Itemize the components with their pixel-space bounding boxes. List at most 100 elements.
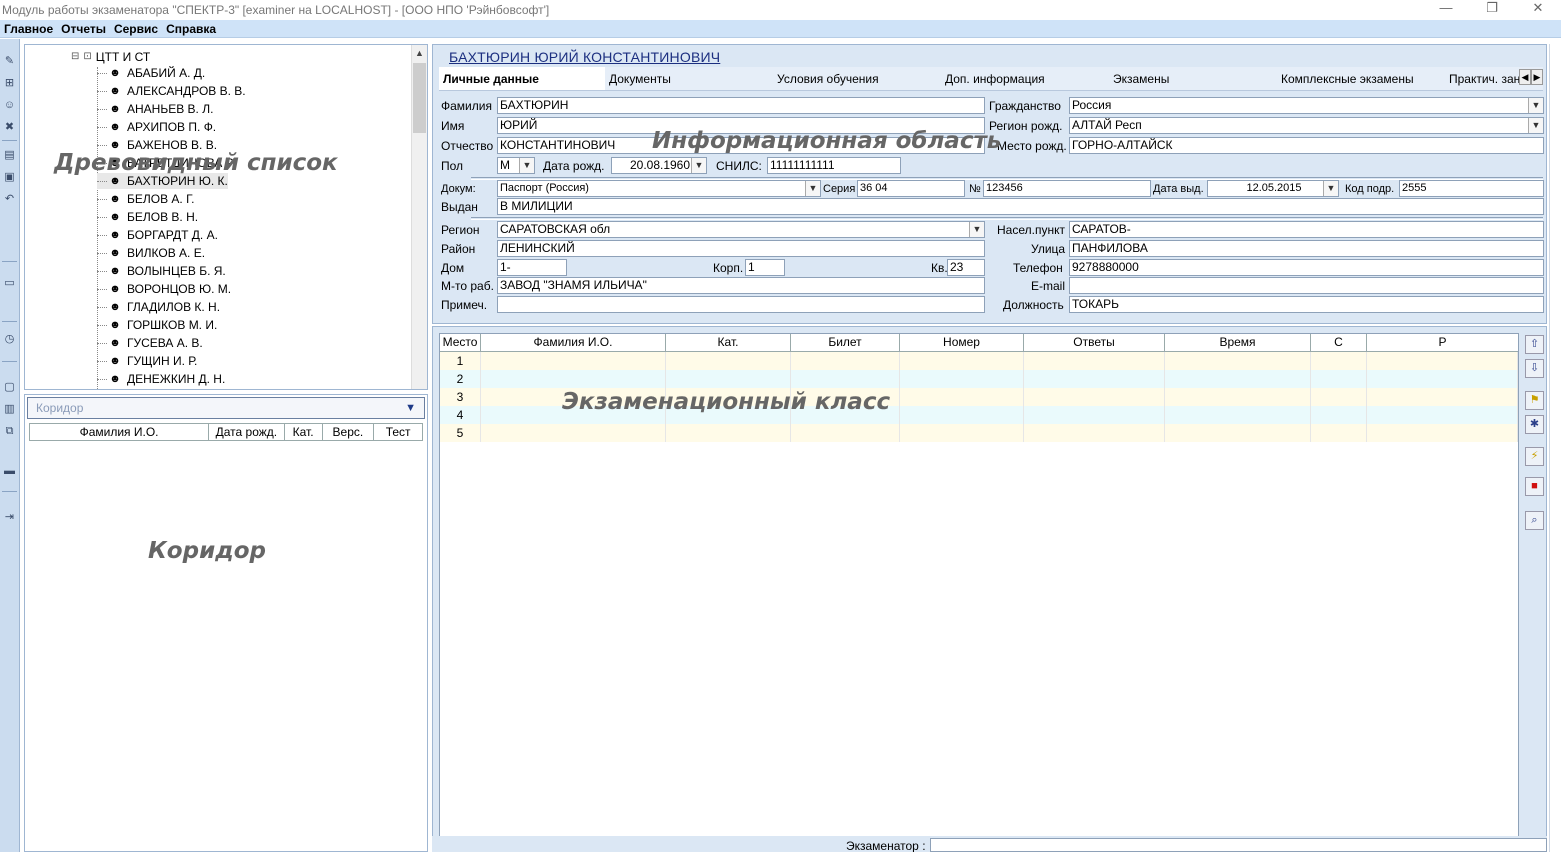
minimize-button[interactable]: — [1423,0,1469,20]
star-icon[interactable]: ✱ [1525,415,1544,434]
district-field[interactable]: ЛЕНИНСКИЙ [497,240,985,257]
tree-item[interactable]: ☻ АЛЕКСАНДРОВ В. В. [97,83,246,99]
arrow-up-icon[interactable]: ⇧ [1525,335,1544,354]
number-field[interactable]: 123456 [983,180,1151,197]
tree-item[interactable]: ☻ ГОРШКОВ М. И. [97,317,217,333]
chevron-down-icon[interactable]: ▼ [805,181,820,196]
tree-item[interactable]: ☻ БАЖЕНОВ В. В. [97,137,217,153]
birth-region-select[interactable]: АЛТАЙ Респ ▼ [1069,117,1544,134]
tree-item[interactable]: ☻ АРХИПОВ П. Ф. [97,119,216,135]
exit-icon[interactable]: ⇥ [1,509,18,526]
chevron-down-icon[interactable]: ▼ [691,158,706,173]
tree-item[interactable]: ☻ ДЕНЕЖКИН Д. Н. [97,371,225,387]
name-field[interactable]: ЮРИЙ [497,117,985,134]
region-select[interactable]: САРАТОВСКАЯ обл ▼ [497,221,985,238]
issued-by-field[interactable]: В МИЛИЦИИ [497,198,1544,215]
close-button[interactable]: ✕ [1515,0,1561,20]
menu-service[interactable]: Сервис [110,22,162,36]
monitor-icon[interactable]: ▢ [1,379,18,396]
patronymic-field[interactable]: КОНСТАНТИНОВИЧ [497,137,985,154]
work-place-field[interactable]: ЗАВОД "ЗНАМЯ ИЛЬИЧА" [497,277,985,294]
tree-icon[interactable]: ⊞ [1,75,18,92]
col-header[interactable]: Время [1165,334,1311,351]
menu-help[interactable]: Справка [162,22,220,36]
tab-prev-icon[interactable]: ◀ [1519,69,1531,85]
delete-person-icon[interactable]: ✖ [1,119,18,136]
flag-icon[interactable]: ⚑ [1525,391,1544,410]
table-row[interactable]: 4 [440,406,1518,424]
window-icon[interactable]: ▭ [1,275,18,292]
col-header[interactable]: Тест [374,424,422,440]
tree-item[interactable]: ☻ ВОЛЫНЦЕВ Б. Я. [97,263,226,279]
tree-item[interactable]: ☻ БАТРЕТДИНОВА Р. [97,155,235,171]
building-field[interactable]: 1 [745,259,785,276]
money-icon[interactable]: ▬ [1,463,18,480]
col-header[interactable]: Фамилия И.О. [481,334,666,351]
col-header[interactable]: Фамилия И.О. [30,424,210,440]
tab-conditions[interactable]: Условия обучения [773,67,941,90]
snils-field[interactable]: 11111111111 [767,157,901,174]
col-header[interactable]: С [1311,334,1367,351]
clock-icon[interactable]: ◷ [1,331,18,348]
table-row[interactable]: 2 [440,370,1518,388]
tree-item[interactable]: ☻ АНАНЬЕВ В. Л. [97,101,213,117]
chevron-down-icon[interactable]: ▼ [969,222,984,237]
collapse-icon[interactable]: ⊟ [71,49,79,65]
tree-item[interactable]: ☻ ВОРОНЦОВ Ю. М. [97,281,231,297]
tree-root[interactable]: ⊟ ⊡ ЦТТ И СТ [71,49,150,65]
book-icon[interactable]: ▥ [1,401,18,418]
email-field[interactable] [1069,277,1544,294]
surname-field[interactable]: БАХТЮРИН [497,97,985,114]
phone-field[interactable]: 9278880000 [1069,259,1544,276]
birth-date-picker[interactable]: 20.08.1960 ▼ [611,157,707,174]
house-field[interactable]: 1- [497,259,567,276]
menu-main[interactable]: Главное [0,22,57,36]
series-field[interactable]: 36 04 [857,180,965,197]
person-search-icon[interactable]: ☺ [1,97,18,114]
tab-next-icon[interactable]: ▶ [1531,69,1543,85]
pencil-icon[interactable]: ✎ [1,53,18,70]
note-field[interactable] [497,296,985,313]
birth-place-field[interactable]: ГОРНО-АЛТАЙСК [1069,137,1544,154]
corridor-dropdown[interactable]: Коридор ▼ [27,397,425,419]
chevron-down-icon[interactable]: ▼ [1528,98,1543,113]
tree-item[interactable]: ☻ БЕЛОВ А. Г. [97,191,194,207]
table-row[interactable]: 3 [440,388,1518,406]
tab-documents[interactable]: Документы [605,67,773,90]
tree-item-selected[interactable]: ☻ БАХТЮРИН Ю. К. [97,173,228,189]
table-row[interactable]: 1 [440,352,1518,370]
col-header[interactable]: Р [1367,334,1518,351]
dept-code-field[interactable]: 2555 [1399,180,1544,197]
menu-reports[interactable]: Отчеты [57,22,110,36]
tab-exams[interactable]: Экзамены [1109,67,1277,90]
chevron-down-icon[interactable]: ▼ [1323,181,1338,196]
col-header[interactable]: Билет [791,334,900,351]
restore-button[interactable]: ❐ [1469,0,1515,20]
flat-field[interactable]: 23 [947,259,985,276]
lightning-icon[interactable]: ⚡ [1525,447,1544,466]
settlement-field[interactable]: САРАТОВ- [1069,221,1544,238]
tree-item[interactable]: ☻ ГУСЕВА А. В. [97,335,203,351]
col-header[interactable]: Номер [900,334,1024,351]
stop-icon[interactable]: ■ [1525,477,1544,496]
sex-select[interactable]: М ▼ [497,157,535,174]
copy-icon[interactable]: ⧉ [1,423,18,440]
col-header[interactable]: Кат. [666,334,791,351]
col-header[interactable]: Место [440,334,481,351]
arrow-down-icon[interactable]: ⇩ [1525,359,1544,378]
scroll-thumb[interactable] [413,63,426,133]
tab-complex-exams[interactable]: Комплексные экзамены [1277,67,1445,90]
tree-item[interactable]: ☻ ГЛАДИЛОВ К. Н. [97,299,220,315]
tree-item[interactable]: ☻ ГУЩИН И. Р. [97,353,197,369]
tree-scrollbar[interactable]: ▲ [411,45,427,389]
chevron-down-icon[interactable]: ▼ [405,402,416,414]
issue-date-picker[interactable]: 12.05.2015 ▼ [1207,180,1339,197]
tree-item[interactable]: ☻ БОРГАРДТ Д. А. [97,227,218,243]
tab-extra[interactable]: Доп. информация [941,67,1109,90]
scroll-up-icon[interactable]: ▲ [412,45,427,61]
col-header[interactable]: Дата рожд. [209,424,285,440]
undo-icon[interactable]: ↶ [1,191,18,208]
document-icon[interactable]: ▤ [1,147,18,164]
tree-item[interactable]: ☻ АБАБИЙ А. Д. [97,65,205,81]
examiner-field[interactable] [930,838,1547,852]
